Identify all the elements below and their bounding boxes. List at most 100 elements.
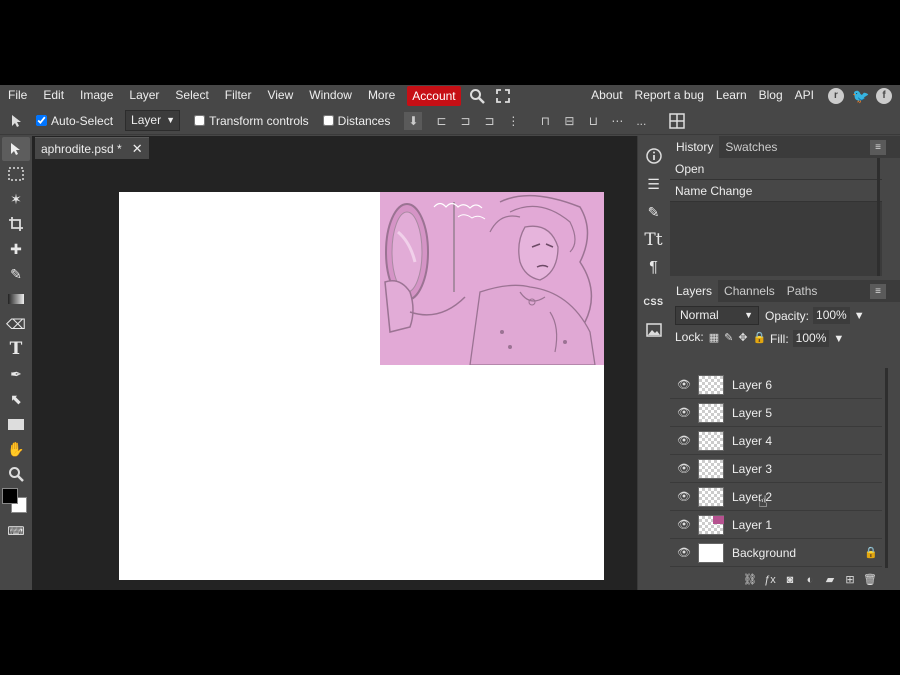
move-tool-icon[interactable] [2,137,30,161]
opacity-input[interactable]: 100% [813,307,850,324]
layer-row[interactable]: 👁 Layer 3 [670,455,882,483]
menu-view[interactable]: View [259,85,301,106]
brush-tool-icon[interactable]: ✎ [2,262,30,286]
blend-mode-dropdown[interactable]: Normal ▼ [675,306,759,325]
opacity-dropdown-icon[interactable]: ▼ [854,310,865,322]
layers-menu-icon[interactable]: ≡ [870,284,886,299]
distances-checkbox[interactable]: Distances [322,114,390,128]
eye-icon[interactable]: 👁 [670,462,698,475]
foreground-color-swatch[interactable] [2,488,18,504]
align-center-h-icon[interactable]: ⊐ [456,112,474,130]
zoom-tool-icon[interactable] [2,462,30,486]
pen-tool-icon[interactable]: ✒ [2,362,30,386]
download-icon[interactable]: ⬇ [404,111,423,130]
more-options[interactable]: ... [632,112,650,130]
layers-scrollbar[interactable] [885,368,888,568]
paragraph-icon[interactable]: ¶ [638,254,669,282]
layer-row[interactable]: 👁 Layer 6 [670,371,882,399]
align-bottom-icon[interactable]: ⊔ [584,112,602,130]
document-tab[interactable]: aphrodite.psd * ✕ [35,137,149,159]
align-top-icon[interactable]: ⊓ [536,112,554,130]
close-icon[interactable]: ✕ [132,141,143,157]
distances-input[interactable] [322,115,334,126]
tab-paths[interactable]: Paths [781,280,824,302]
adjustment-layer-icon[interactable]: ◐ [800,574,820,586]
canvas[interactable] [119,192,604,580]
link-layers-icon[interactable]: ⛓ [740,573,760,586]
image-icon[interactable] [638,316,669,344]
hand-tool-icon[interactable]: ✋ [2,437,30,461]
marquee-tool-icon[interactable] [2,162,30,186]
history-item[interactable]: Name Change [670,180,882,202]
info-icon[interactable] [638,142,669,170]
grid-icon[interactable] [668,112,686,130]
facebook-icon[interactable]: f [876,87,892,104]
menu-file[interactable]: File [0,85,35,106]
align-right-icon[interactable]: ⊐ [480,112,498,130]
path-select-icon[interactable]: ⬉ [2,387,30,411]
menu-more[interactable]: More [360,85,403,106]
layer-row[interactable]: 👁 Layer 1 [670,511,882,539]
reddit-icon[interactable]: r [828,87,844,104]
menu-select[interactable]: Select [167,85,216,106]
new-layer-icon[interactable]: ⊞ [840,573,860,586]
eye-icon[interactable]: 👁 [670,546,698,559]
brush-settings-icon[interactable]: ✎ [638,198,669,226]
lock-pixels-icon[interactable]: ✎ [724,331,733,344]
menu-about[interactable]: About [585,85,628,106]
tab-swatches[interactable]: Swatches [719,136,783,158]
history-scrollbar[interactable] [877,158,880,276]
tab-history[interactable]: History [670,136,720,158]
account-button[interactable]: Account [407,85,461,106]
eye-icon[interactable]: 👁 [670,406,698,419]
color-swatches[interactable] [2,488,32,518]
menu-filter[interactable]: Filter [217,85,260,106]
distribute-h-icon[interactable]: ⋮ [504,112,522,130]
new-group-icon[interactable]: ▰ [820,573,840,586]
layer-row[interactable]: 👁 Layer 2 [670,483,882,511]
menu-edit[interactable]: Edit [35,85,72,106]
healing-brush-icon[interactable]: ✚ [2,237,30,261]
fullscreen-icon[interactable] [493,86,513,106]
character-icon[interactable]: Tt [638,226,669,254]
auto-select-input[interactable] [36,115,47,126]
lock-transparency-icon[interactable]: ▦ [709,331,719,344]
fill-dropdown-icon[interactable]: ▼ [833,333,844,345]
menu-learn[interactable]: Learn [710,85,753,106]
transform-controls-checkbox[interactable]: Transform controls [194,114,309,128]
eye-icon[interactable]: 👁 [670,490,698,503]
eraser-tool-icon[interactable]: ⌫ [2,312,30,336]
eye-icon[interactable]: 👁 [670,434,698,447]
delete-layer-icon[interactable]: 🗑 [860,573,880,586]
transform-controls-input[interactable] [194,115,206,126]
move-tool-icon[interactable] [8,112,26,130]
history-item[interactable]: Open [670,158,882,180]
tab-channels[interactable]: Channels [718,280,781,302]
align-middle-v-icon[interactable]: ⊟ [560,112,578,130]
crop-tool-icon[interactable] [2,212,30,236]
distribute-v-icon[interactable]: ⋯ [608,112,626,130]
magic-wand-icon[interactable]: ✶ [2,187,30,211]
history-menu-icon[interactable]: ≡ [870,140,886,155]
type-tool-icon[interactable]: T [2,337,30,361]
layer-row[interactable]: 👁 Background 🔒 [670,539,882,567]
eye-icon[interactable]: 👁 [670,378,698,391]
fill-input[interactable]: 100% [792,330,830,347]
layer-effects-icon[interactable]: ƒx [760,574,780,586]
menu-blog[interactable]: Blog [753,85,789,106]
twitter-icon[interactable]: 🐦 [852,88,869,104]
eye-icon[interactable]: 👁 [670,518,698,531]
layer-row[interactable]: 👁 Layer 5 [670,399,882,427]
auto-select-checkbox[interactable]: Auto-Select [36,114,113,128]
menu-window[interactable]: Window [301,85,360,106]
lock-all-icon[interactable]: 🔒 [753,331,767,344]
lock-position-icon[interactable]: ✥ [738,331,747,344]
shape-tool-icon[interactable] [2,412,30,436]
auto-select-target-dropdown[interactable]: Layer ▼ [125,110,181,131]
css-icon[interactable]: CSS [638,288,669,316]
gradient-tool-icon[interactable] [2,287,30,311]
tab-layers[interactable]: Layers [670,280,719,302]
adjustments-icon[interactable]: ☰ [638,170,669,198]
layer-mask-icon[interactable]: ◙ [780,574,800,586]
menu-api[interactable]: API [789,85,820,106]
